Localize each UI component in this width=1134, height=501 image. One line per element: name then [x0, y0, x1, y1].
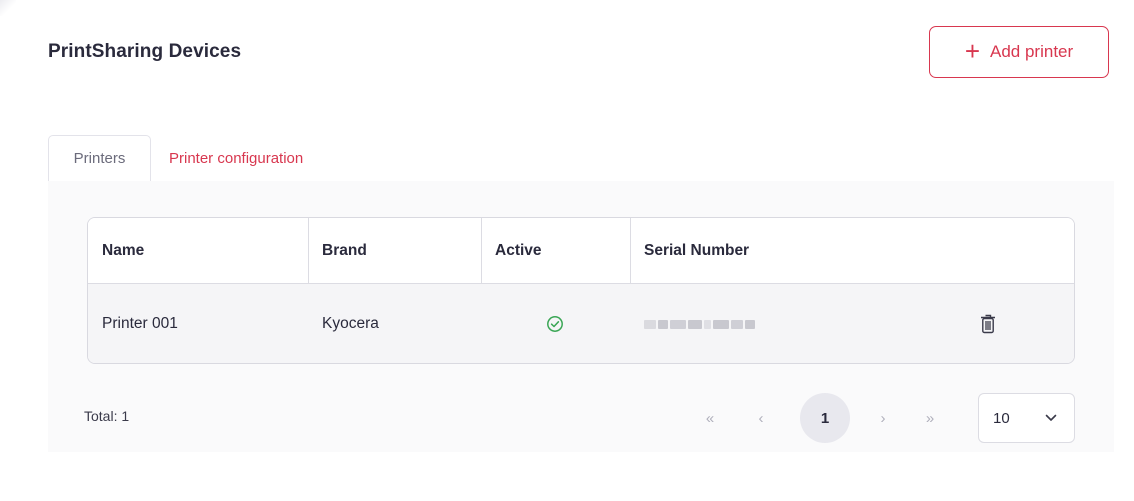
- cell-active: [536, 284, 576, 363]
- chevron-left-icon: ‹: [758, 409, 764, 427]
- chevron-down-icon: [1045, 414, 1057, 421]
- column-header-active[interactable]: Active: [481, 218, 630, 283]
- tab-bar: Printers Printer configuration: [48, 135, 1114, 182]
- double-chevron-right-icon: »: [925, 409, 935, 427]
- page-button-current[interactable]: 1: [800, 393, 850, 443]
- tab-printer-configuration[interactable]: Printer configuration: [169, 135, 303, 181]
- cell-name: Printer 001: [102, 315, 178, 332]
- last-page-button[interactable]: »: [914, 393, 946, 443]
- tab-printers[interactable]: Printers: [48, 135, 151, 182]
- page: PrintSharing Devices + Add printer Print…: [0, 0, 1134, 501]
- page-size-select[interactable]: 10: [978, 393, 1075, 443]
- page-number: 1: [820, 409, 830, 427]
- column-header-brand[interactable]: Brand: [308, 218, 481, 283]
- page-title: PrintSharing Devices: [48, 41, 242, 62]
- cell-brand: Kyocera: [322, 315, 379, 332]
- next-page-button[interactable]: ›: [867, 393, 899, 443]
- tab-panel: Name Brand Active Serial Number Printer …: [48, 181, 1114, 452]
- cell-serial-number: [630, 284, 830, 363]
- delete-printer-button[interactable]: [968, 284, 1008, 363]
- add-printer-label: Add printer: [990, 42, 1074, 61]
- first-page-button[interactable]: «: [694, 393, 726, 443]
- column-header-name[interactable]: Name: [88, 218, 308, 283]
- tab-printer-configuration-label: Printer configuration: [169, 149, 304, 167]
- page-size-value: 10: [993, 409, 1010, 427]
- column-header-serial-number[interactable]: Serial Number: [630, 218, 930, 283]
- add-printer-button[interactable]: + Add printer: [929, 26, 1109, 78]
- table-header: Name Brand Active Serial Number: [88, 218, 1074, 284]
- previous-page-button[interactable]: ‹: [745, 393, 777, 443]
- redacted-serial-number: [644, 318, 755, 330]
- printers-table: Name Brand Active Serial Number Printer …: [87, 217, 1075, 364]
- chevron-right-icon: ›: [880, 409, 886, 427]
- table-row[interactable]: Printer 001 Kyocera: [88, 284, 1074, 363]
- total-count: Total: 1: [84, 408, 130, 424]
- tab-printers-label: Printers: [73, 150, 126, 167]
- corner-decoration: [0, 0, 16, 16]
- plus-icon: +: [964, 36, 980, 66]
- double-chevron-left-icon: «: [705, 409, 715, 427]
- check-circle-icon: [547, 316, 563, 332]
- trash-icon: [981, 314, 995, 334]
